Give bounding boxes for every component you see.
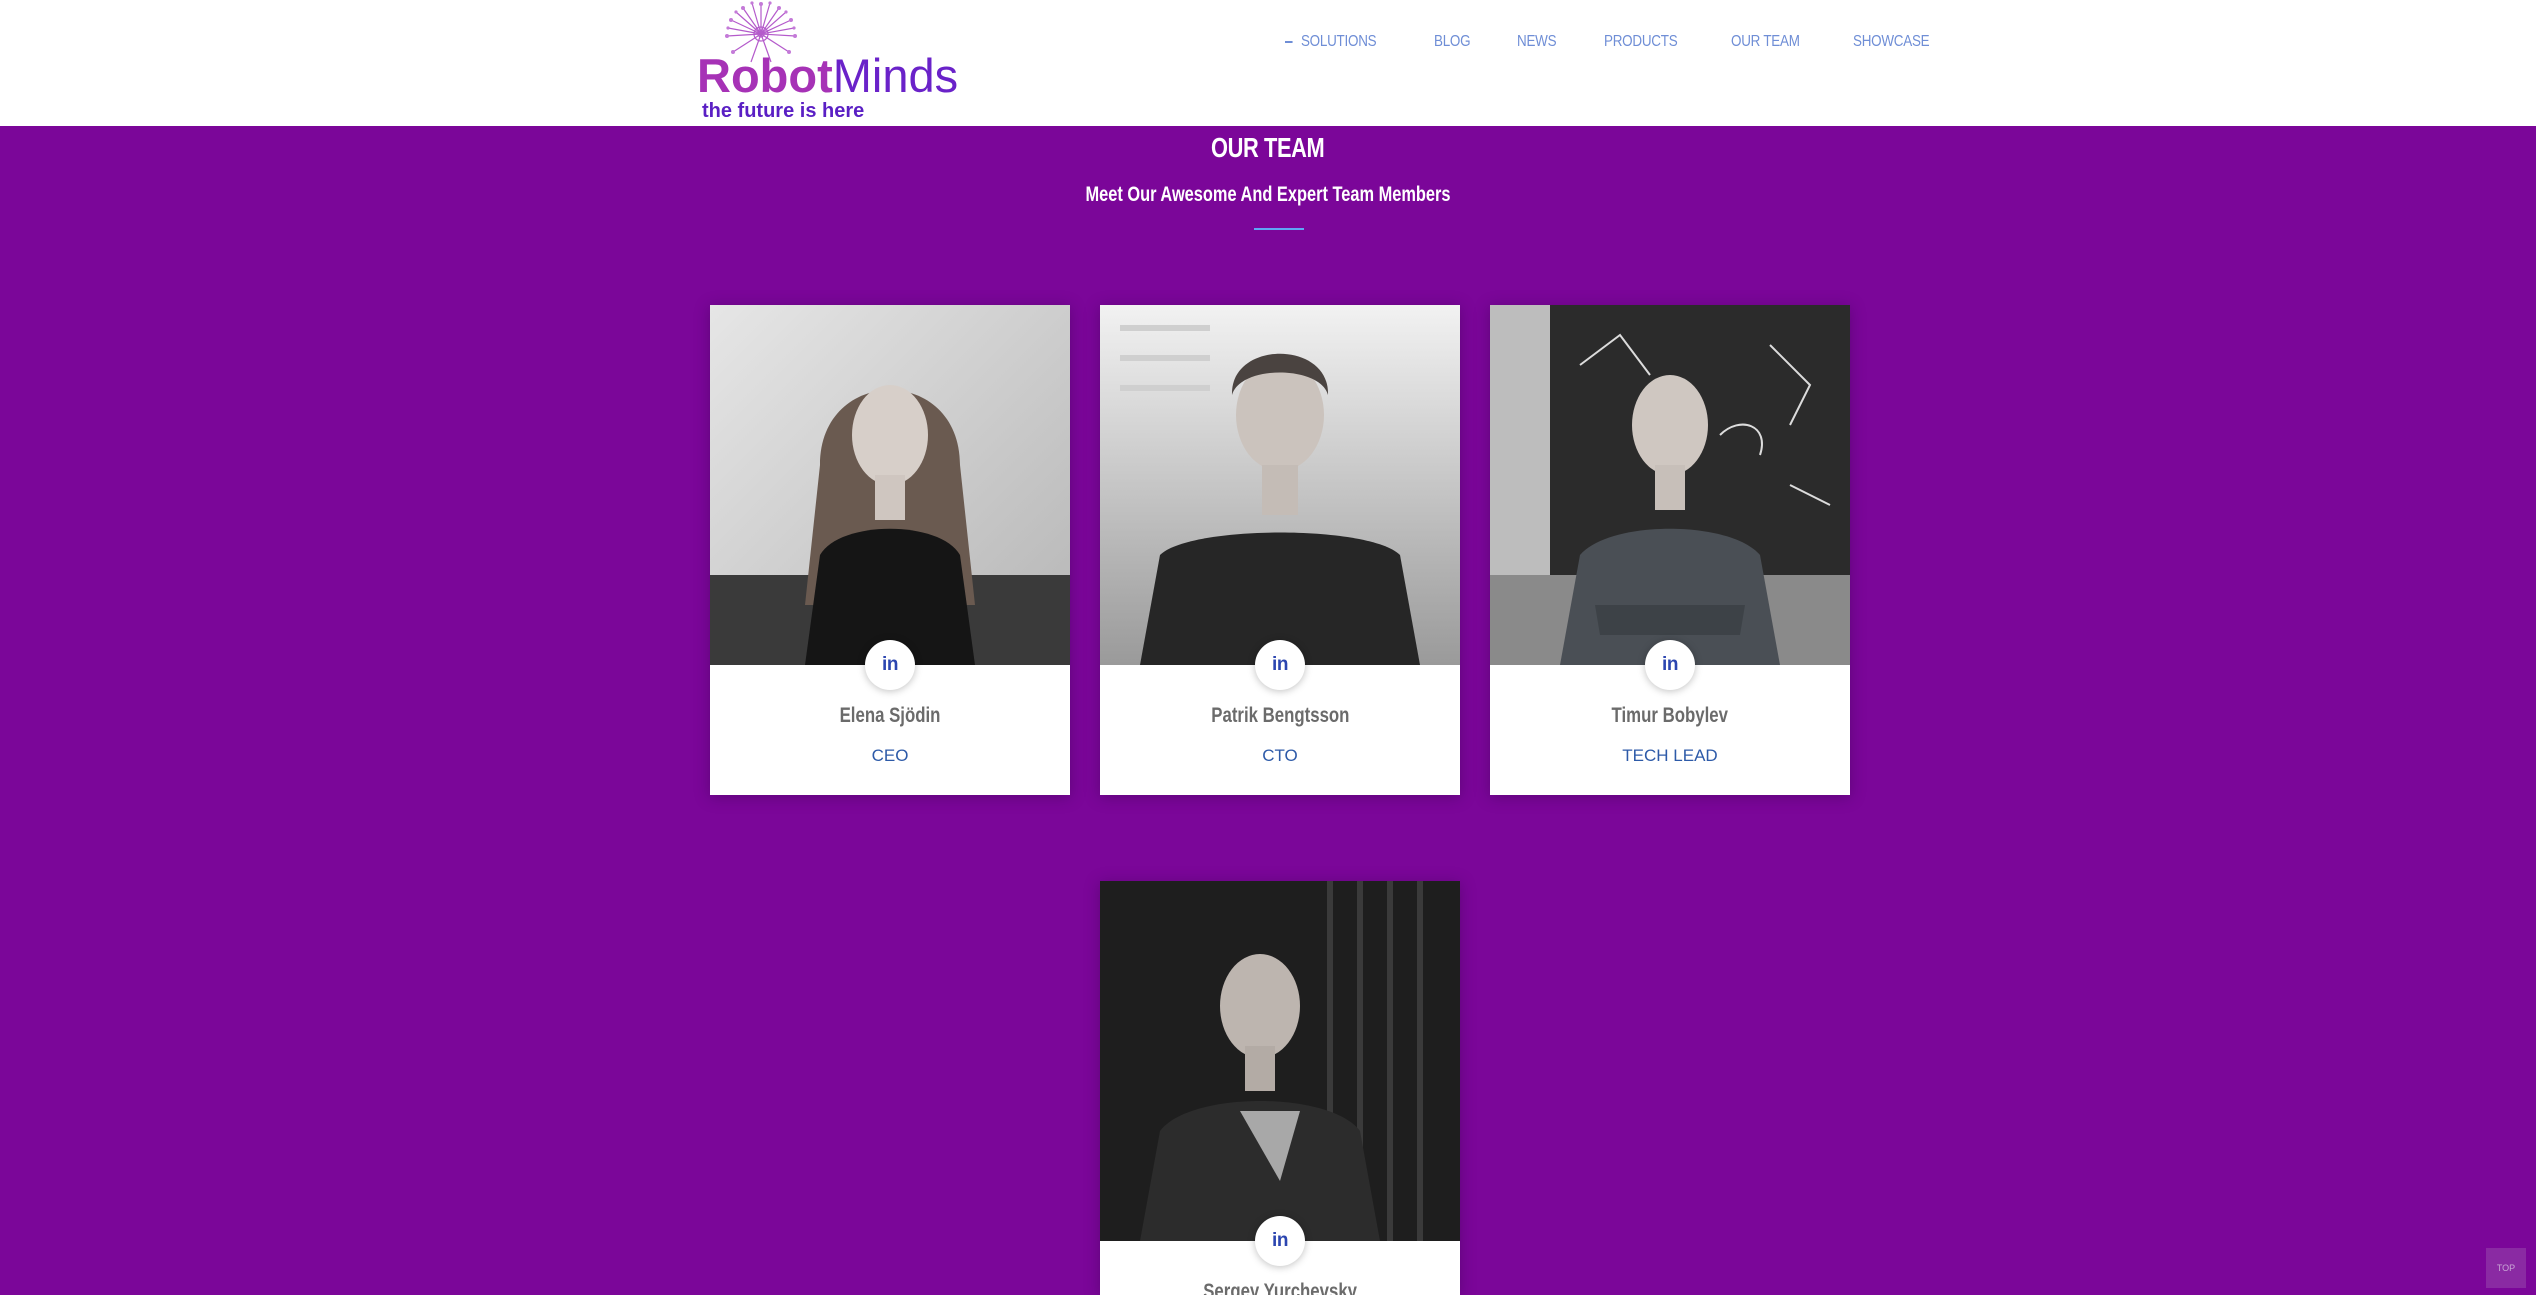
main-nav: SOLUTIONS BLOG NEWS PRODUCTS OUR TEAM SH… bbox=[1285, 30, 1984, 54]
member-photo-image bbox=[1100, 305, 1460, 665]
active-indicator bbox=[1285, 41, 1293, 43]
linkedin-icon: in bbox=[1272, 654, 1288, 675]
member-photo bbox=[710, 305, 1070, 665]
member-name: Timur Bobylev bbox=[1490, 703, 1850, 729]
linkedin-button[interactable]: in bbox=[1255, 640, 1305, 690]
section-title-text: OUR TEAM bbox=[1211, 132, 1325, 163]
logo-wordmark[interactable]: RobotMinds bbox=[697, 48, 958, 104]
member-name-text: Timur Bobylev bbox=[1611, 704, 1729, 727]
nav-item-our-team[interactable]: OUR TEAM bbox=[1731, 33, 1800, 51]
member-role: CTO bbox=[1262, 746, 1298, 765]
linkedin-icon: in bbox=[1272, 1230, 1288, 1251]
nav-item-news[interactable]: NEWS bbox=[1517, 33, 1557, 51]
section-divider bbox=[1254, 228, 1304, 230]
nav-item-solutions[interactable]: SOLUTIONS bbox=[1285, 33, 1377, 51]
nav-item-label: PRODUCTS bbox=[1603, 33, 1678, 50]
section-subtitle: Meet Our Awesome And Expert Team Members bbox=[0, 181, 2536, 209]
team-card: in Sergey Yurchevsky bbox=[1100, 881, 1460, 1295]
nav-item-products[interactable]: PRODUCTS bbox=[1603, 33, 1678, 51]
nav-item-label: BLOG bbox=[1433, 33, 1471, 50]
member-role: CEO bbox=[871, 746, 909, 765]
member-name-text: Sergey Yurchevsky bbox=[1203, 1280, 1357, 1295]
logo-tagline: the future is here bbox=[702, 100, 865, 122]
team-card: in Timur Bobylev TECH LEAD bbox=[1490, 305, 1850, 795]
nav-item-blog[interactable]: BLOG bbox=[1433, 33, 1471, 51]
member-name: Patrik Bengtsson bbox=[1100, 703, 1460, 729]
member-photo-image bbox=[1490, 305, 1850, 665]
nav-item-label: SOLUTIONS bbox=[1300, 33, 1377, 50]
member-photo-image bbox=[1100, 881, 1460, 1241]
logo-word-minds: Minds bbox=[832, 49, 959, 102]
linkedin-icon: in bbox=[1662, 654, 1678, 675]
linkedin-button[interactable]: in bbox=[865, 640, 915, 690]
site-header: RobotMinds the future is here SOLUTIONS … bbox=[0, 0, 2536, 126]
member-photo bbox=[1490, 305, 1850, 665]
nav-item-label: OUR TEAM bbox=[1731, 33, 1800, 50]
member-photo bbox=[1100, 305, 1460, 665]
team-card: in Elena Sjödin CEO bbox=[710, 305, 1070, 795]
member-name-text: Patrik Bengtsson bbox=[1210, 704, 1350, 727]
back-to-top-button[interactable]: TOP bbox=[2486, 1248, 2526, 1288]
member-photo-image bbox=[710, 305, 1070, 665]
nav-item-label: SHOWCASE bbox=[1853, 33, 1930, 50]
linkedin-icon: in bbox=[882, 654, 898, 675]
linkedin-button[interactable]: in bbox=[1255, 1216, 1305, 1266]
team-card: in Patrik Bengtsson CTO bbox=[1100, 305, 1460, 795]
member-role: TECH LEAD bbox=[1622, 746, 1718, 765]
nav-item-label: NEWS bbox=[1517, 33, 1557, 50]
member-name: Sergey Yurchevsky bbox=[1100, 1279, 1460, 1295]
section-title: OUR TEAM bbox=[0, 131, 2536, 165]
nav-item-showcase[interactable]: SHOWCASE bbox=[1853, 33, 1930, 51]
logo-word-robot: Robot bbox=[697, 49, 833, 102]
back-to-top-label: TOP bbox=[2496, 1263, 2516, 1273]
member-name-text: Elena Sjödin bbox=[839, 704, 941, 727]
member-name: Elena Sjödin bbox=[710, 703, 1070, 729]
section-subtitle-text: Meet Our Awesome And Expert Team Members bbox=[1085, 183, 1451, 206]
member-photo bbox=[1100, 881, 1460, 1241]
linkedin-button[interactable]: in bbox=[1645, 640, 1695, 690]
